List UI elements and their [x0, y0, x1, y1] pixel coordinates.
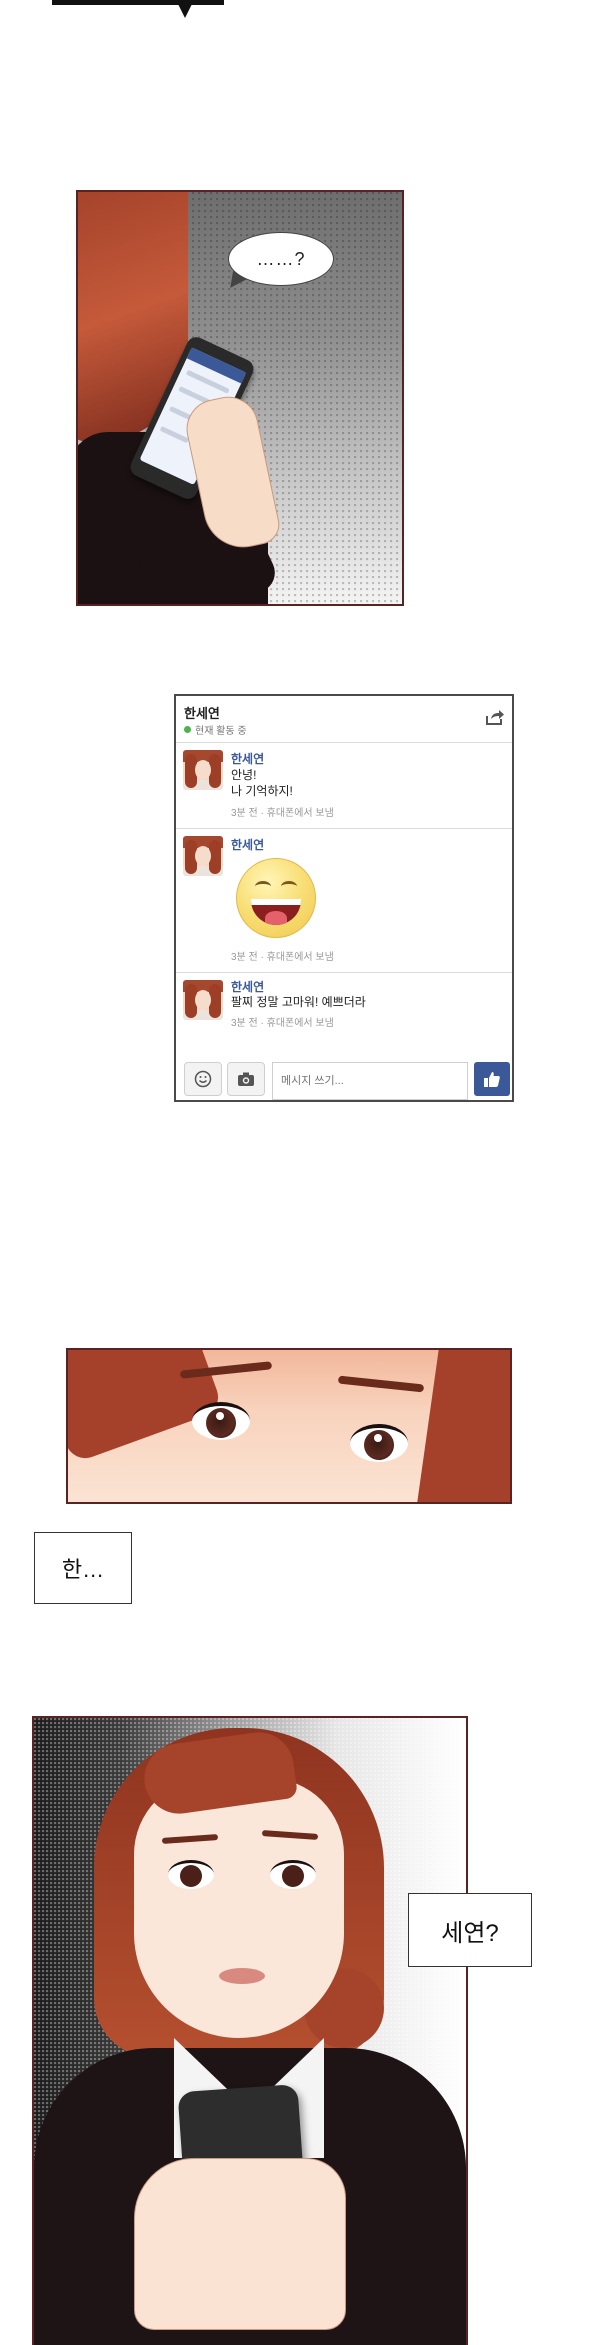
compose-bar [176, 1056, 512, 1100]
chat-window: 한세연 현재 활동 중 한세연 안녕! 나 기억하지! 3분 전 · 휴대폰에서… [174, 694, 514, 1102]
message-item: 한세연 3분 전 · 휴대폰에서 보냄 [176, 828, 512, 973]
contact-name: 한세연 [184, 706, 220, 721]
emoji-button[interactable] [184, 1062, 222, 1096]
message-line: 팔찌 정말 고마워! 예쁘더라 [231, 995, 366, 1009]
comic-panel-eyes-closeup [66, 1348, 512, 1504]
message-item: 한세연 팔찌 정말 고마워! 예쁘더라 3분 전 · 휴대폰에서 보냄 [176, 972, 512, 1054]
previous-speech-bubble-tail [178, 4, 192, 18]
online-dot-icon [184, 726, 191, 733]
camera-button[interactable] [227, 1062, 265, 1096]
previous-speech-bubble [52, 0, 224, 5]
message-meta: 3분 전 · 휴대폰에서 보냄 [231, 1018, 334, 1029]
face-illustration [134, 1778, 344, 2038]
smiley-icon [194, 1070, 212, 1088]
chat-header: 한세연 현재 활동 중 [176, 696, 512, 743]
eye-illustration [270, 1860, 316, 1889]
narration-text: 세연? [441, 1919, 499, 1947]
hair-illustration [68, 1350, 224, 1464]
message-line: 나 기억하지! [231, 784, 293, 798]
message-sender[interactable]: 한세연 [231, 978, 264, 995]
message-meta: 3분 전 · 휴대폰에서 보냄 [231, 952, 334, 963]
eye-illustration [168, 1860, 214, 1889]
avatar[interactable] [183, 980, 223, 1020]
message-item: 한세연 안녕! 나 기억하지! 3분 전 · 휴대폰에서 보냄 [176, 742, 512, 829]
eyebrow-illustration [337, 1375, 425, 1393]
status-text: 현재 활동 중 [195, 726, 247, 737]
message-sender[interactable]: 한세연 [231, 750, 264, 767]
like-icon [484, 1072, 500, 1087]
avatar[interactable] [183, 750, 223, 790]
like-button[interactable] [474, 1062, 510, 1096]
message-sender[interactable]: 한세연 [231, 836, 264, 853]
avatar[interactable] [183, 836, 223, 876]
hand-illustration [134, 2158, 346, 2330]
thought-text: ……? [256, 248, 306, 269]
share-icon[interactable] [485, 708, 505, 726]
phone-screen-line [159, 425, 189, 444]
comic-panel-phone-reading: ……? [76, 190, 404, 606]
lips-illustration [219, 1968, 265, 1984]
message-input[interactable] [272, 1062, 468, 1100]
eye-illustration [350, 1424, 408, 1462]
camera-icon [238, 1072, 254, 1086]
message-meta: 3분 전 · 휴대폰에서 보냄 [231, 808, 334, 819]
grinning-face-icon [236, 858, 316, 938]
eye-illustration [192, 1402, 250, 1440]
comic-panel-woman-with-phone [32, 1716, 468, 2345]
message-line: 안녕! [231, 768, 257, 782]
narration-box: 세연? [408, 1893, 532, 1967]
narration-text: 한… [61, 1557, 105, 1582]
narration-box: 한… [34, 1532, 132, 1604]
contact-status: 현재 활동 중 [184, 722, 247, 737]
hair-illustration [414, 1350, 510, 1502]
